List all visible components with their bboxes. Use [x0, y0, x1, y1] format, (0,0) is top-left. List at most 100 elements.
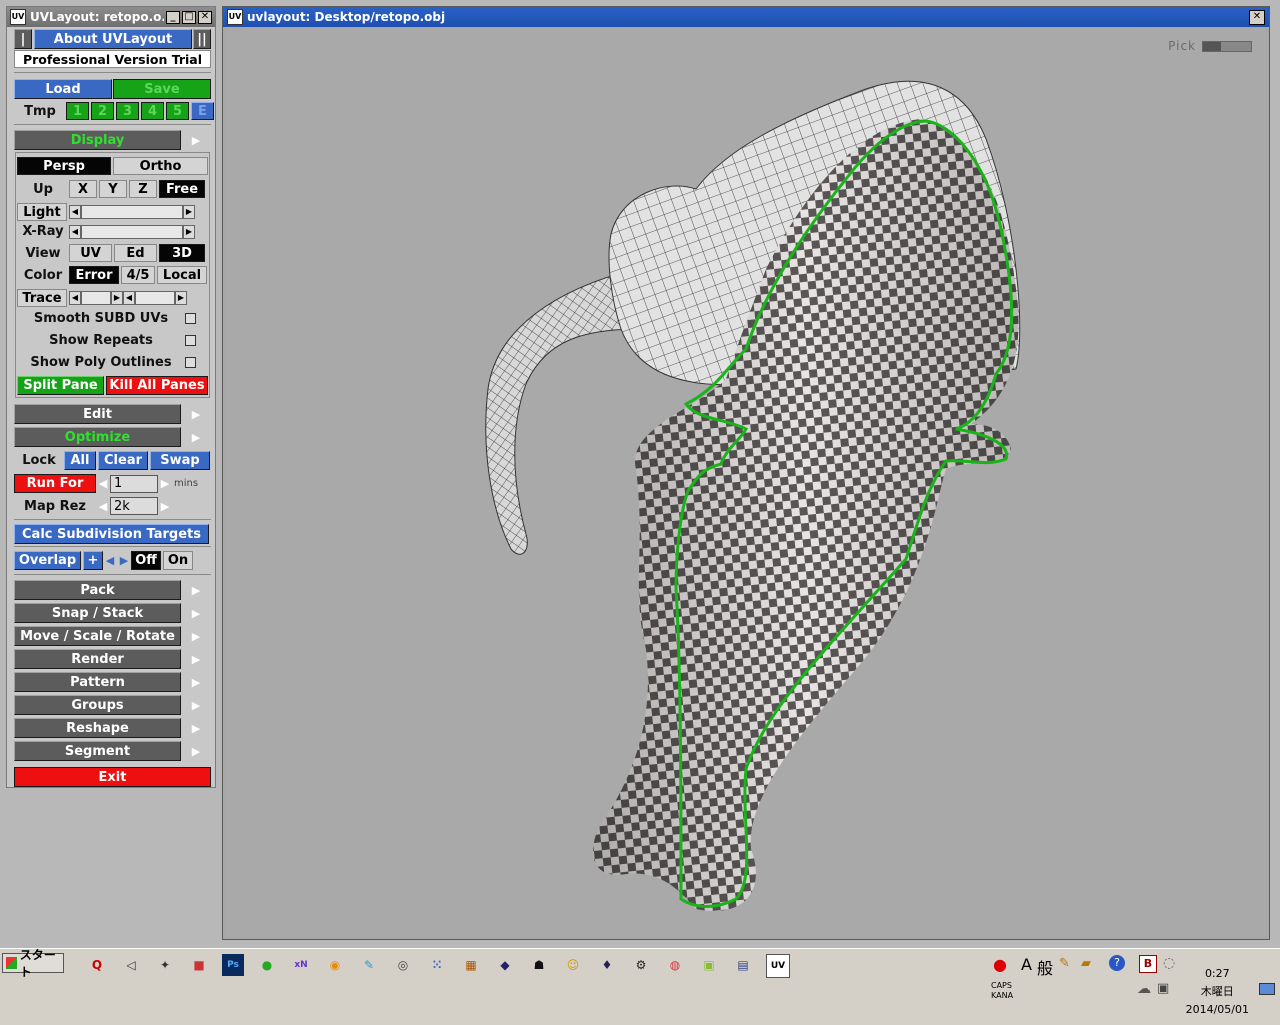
- tmp-slot-4[interactable]: 4: [141, 102, 164, 120]
- section-reshape-button[interactable]: Reshape: [14, 718, 181, 738]
- ortho-button[interactable]: Ortho: [113, 157, 208, 175]
- tmp-slot-5[interactable]: 5: [166, 102, 189, 120]
- smiley-app-icon[interactable]: ☺: [562, 954, 584, 976]
- tmp-slot-3[interactable]: 3: [116, 102, 139, 120]
- up-x-button[interactable]: X: [69, 180, 97, 198]
- light-button[interactable]: Light: [17, 203, 67, 221]
- edit-section-button[interactable]: Edit: [14, 404, 181, 424]
- trace-slider-b-right-icon[interactable]: ▶: [175, 291, 187, 305]
- dots-app-icon[interactable]: ⁙: [426, 954, 448, 976]
- xnview-icon[interactable]: xN: [290, 954, 312, 976]
- view-uv-button[interactable]: UV: [69, 244, 112, 262]
- tool-window-titlebar[interactable]: UV UVLayout: retopo.o... _ □ ✕: [7, 7, 215, 27]
- overlap-next-icon[interactable]: ▶: [117, 554, 131, 567]
- app-q-icon[interactable]: Q: [86, 954, 108, 976]
- display-section-button[interactable]: Display: [14, 130, 181, 150]
- light-slider-right-icon[interactable]: ▶: [183, 205, 195, 219]
- section-pattern-button[interactable]: Pattern: [14, 672, 181, 692]
- panel-right-handle[interactable]: ||: [193, 29, 211, 49]
- optimize-section-button[interactable]: Optimize: [14, 427, 181, 447]
- load-button[interactable]: Load: [14, 79, 112, 99]
- run-for-field[interactable]: 1: [110, 474, 158, 493]
- show-repeats-checkbox[interactable]: [185, 335, 196, 346]
- expand-arrow-icon[interactable]: ▶: [189, 607, 203, 620]
- light-slider[interactable]: [81, 205, 183, 219]
- uvlayout-taskbar-icon[interactable]: UV: [766, 954, 790, 978]
- section-groups-button[interactable]: Groups: [14, 695, 181, 715]
- show-desktop-icon[interactable]: [1259, 983, 1275, 995]
- blender-icon[interactable]: ◉: [324, 954, 346, 976]
- mesh-render[interactable]: [226, 29, 1266, 937]
- viewport-close-icon[interactable]: ✕: [1249, 9, 1265, 25]
- tmp-slot-e[interactable]: E: [191, 102, 214, 120]
- xray-slider-left-icon[interactable]: ◀: [69, 224, 81, 239]
- minimize-icon[interactable]: _: [166, 10, 180, 24]
- photoshop-icon[interactable]: Ps: [222, 954, 244, 976]
- section-move-scale-rotate-button[interactable]: Move / Scale / Rotate: [14, 626, 181, 646]
- color-error-button[interactable]: Error: [69, 266, 119, 284]
- expand-arrow-icon[interactable]: ▶: [189, 745, 203, 758]
- shield-app-icon[interactable]: ♦: [596, 954, 618, 976]
- overlap-on-button[interactable]: On: [163, 551, 193, 570]
- up-free-button[interactable]: Free: [159, 180, 205, 198]
- screen-app-icon[interactable]: ▤: [732, 954, 754, 976]
- smooth-subd-checkbox[interactable]: [185, 313, 196, 324]
- expand-arrow-icon[interactable]: ▶: [189, 722, 203, 735]
- chrome-icon[interactable]: ◍: [664, 954, 686, 976]
- kill-all-panes-button[interactable]: Kill All Panes: [106, 376, 208, 395]
- lock-swap-button[interactable]: Swap: [150, 451, 210, 470]
- xray-slider[interactable]: [81, 224, 183, 239]
- optimize-expand-icon[interactable]: ▶: [189, 431, 203, 444]
- calc-subdivision-targets-button[interactable]: Calc Subdivision Targets: [14, 524, 209, 544]
- run-for-increase-icon[interactable]: ▶: [158, 477, 172, 490]
- lock-all-button[interactable]: All: [64, 451, 96, 470]
- 3d-viewport[interactable]: Pick: [226, 29, 1266, 937]
- start-button[interactable]: スタート: [2, 948, 64, 979]
- trace-slider-a-right-icon[interactable]: ▶: [111, 291, 123, 305]
- unity-icon[interactable]: ◁: [120, 954, 142, 976]
- display-expand-icon[interactable]: ▶: [189, 134, 203, 147]
- trace-slider-b-left-icon[interactable]: ◀: [123, 291, 135, 305]
- b-app-icon[interactable]: B: [1139, 955, 1157, 973]
- color-local-button[interactable]: Local: [157, 266, 207, 284]
- ime-mode-a[interactable]: A: [1021, 955, 1032, 974]
- view-3d-button[interactable]: 3D: [159, 244, 205, 262]
- expand-arrow-icon[interactable]: ▶: [189, 676, 203, 689]
- clock[interactable]: 0:27 木曜日 2014/05/01: [1186, 965, 1249, 1019]
- overlap-button[interactable]: Overlap: [14, 551, 81, 570]
- green-app-icon[interactable]: ●: [256, 954, 278, 976]
- tmp-slot-2[interactable]: 2: [91, 102, 114, 120]
- trace-button[interactable]: Trace: [17, 289, 67, 307]
- run-for-decrease-icon[interactable]: ◀: [96, 477, 110, 490]
- steam-icon[interactable]: ⚙: [630, 954, 652, 976]
- section-snap-stack-button[interactable]: Snap / Stack: [14, 603, 181, 623]
- up-y-button[interactable]: Y: [99, 180, 127, 198]
- maximize-icon[interactable]: □: [182, 10, 196, 24]
- light-slider-left-icon[interactable]: ◀: [69, 205, 81, 219]
- map-rez-increase-icon[interactable]: ▶: [158, 500, 172, 513]
- expand-arrow-icon[interactable]: ▶: [189, 584, 203, 597]
- panel-left-handle[interactable]: |: [14, 29, 32, 49]
- ime-red-ball-icon[interactable]: ●: [993, 955, 1007, 974]
- lock-clear-button[interactable]: Clear: [98, 451, 148, 470]
- pencil-app-icon[interactable]: ✎: [358, 954, 380, 976]
- expand-arrow-icon[interactable]: ▶: [189, 653, 203, 666]
- overlap-plus-button[interactable]: +: [83, 551, 103, 570]
- edit-expand-icon[interactable]: ▶: [189, 408, 203, 421]
- show-poly-outlines-checkbox[interactable]: [185, 357, 196, 368]
- color-45-button[interactable]: 4/5: [121, 266, 155, 284]
- run-for-button[interactable]: Run For: [14, 474, 96, 493]
- paint-app-icon[interactable]: ▦: [460, 954, 482, 976]
- map-rez-decrease-icon[interactable]: ◀: [96, 500, 110, 513]
- about-button[interactable]: About UVLayout: [34, 29, 192, 49]
- runner-icon[interactable]: ✦: [154, 954, 176, 976]
- cloud-icon[interactable]: ☁: [1137, 981, 1151, 997]
- trace-slider-a[interactable]: [81, 291, 111, 305]
- xray-slider-right-icon[interactable]: ▶: [183, 224, 195, 239]
- tmp-slot-1[interactable]: 1: [66, 102, 89, 120]
- disc-icon[interactable]: ◌: [1163, 955, 1175, 971]
- persp-button[interactable]: Persp: [17, 157, 111, 175]
- section-pack-button[interactable]: Pack: [14, 580, 181, 600]
- save-button[interactable]: Save: [113, 79, 211, 99]
- section-render-button[interactable]: Render: [14, 649, 181, 669]
